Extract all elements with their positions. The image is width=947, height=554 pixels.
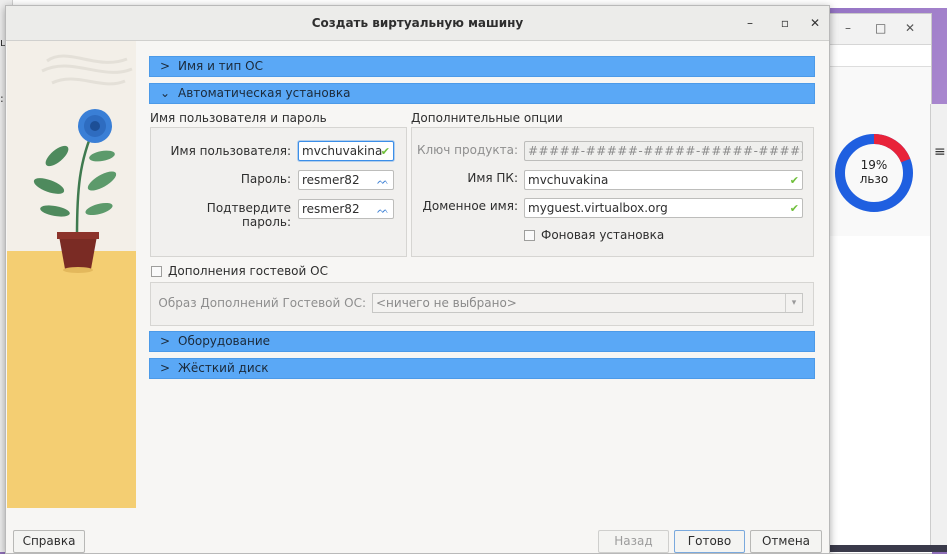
background-window-titlebar: – □ ✕	[827, 14, 931, 45]
guest-iso-label: Образ Дополнений Гостевой ОС:	[158, 296, 366, 310]
maximize-icon[interactable]: ▫	[776, 14, 794, 32]
product-key-label: Ключ продукта:	[416, 143, 518, 157]
guest-additions-label: Дополнения гостевой ОС	[168, 264, 328, 278]
show-password-icon[interactable]: ᨓ	[377, 173, 389, 189]
taskbar-fragment	[828, 545, 947, 552]
confirm-password-input[interactable]: resmer82 ᨓ	[298, 199, 394, 219]
cancel-button[interactable]: Отмена	[750, 530, 822, 553]
valid-check-icon: ✔	[789, 202, 799, 215]
chevron-right-icon: >	[160, 59, 171, 73]
guest-iso-select[interactable]: <ничего не выбрано> ▾	[372, 293, 803, 313]
domain-label: Доменное имя:	[422, 199, 519, 213]
valid-check-icon: ✔	[789, 174, 799, 187]
hostname-input[interactable]: mvchuvakina ✔	[524, 170, 803, 190]
background-install-label: Фоновая установка	[541, 228, 665, 242]
background-window-edge: ≡	[930, 104, 947, 552]
confirm-password-label: Подтвердите пароль:	[206, 201, 291, 229]
chevron-down-icon: ▾	[785, 294, 802, 312]
menu-icon[interactable]: ≡	[934, 144, 946, 160]
chevron-right-icon: >	[160, 361, 171, 375]
close-icon[interactable]: ✕	[905, 21, 915, 35]
show-password-icon[interactable]: ᨓ	[377, 202, 389, 218]
username-input[interactable]: mvchuvakina ✔	[298, 141, 394, 161]
background-window-lower	[827, 236, 932, 553]
background-install-checkbox[interactable]	[524, 230, 535, 241]
section-hardware[interactable]: > Оборудование	[149, 331, 815, 352]
chevron-down-icon: ⌄	[160, 86, 171, 100]
finish-button[interactable]: Готово	[674, 530, 745, 553]
help-button[interactable]: Справка	[13, 530, 85, 553]
plant-illustration	[7, 41, 136, 508]
password-label: Пароль:	[240, 172, 291, 186]
close-icon[interactable]: ✕	[806, 14, 824, 32]
options-group-title: Дополнительные опции	[411, 111, 563, 125]
section-hard-disk[interactable]: > Жёсткий диск	[149, 358, 815, 379]
password-input[interactable]: resmer82 ᨓ	[298, 170, 394, 190]
wizard-illustration	[7, 41, 136, 508]
dialog-titlebar: Создать виртуальную машину – ▫ ✕	[6, 6, 829, 41]
section-name-os[interactable]: > Имя и тип ОС	[149, 56, 815, 77]
domain-input[interactable]: myguest.virtualbox.org ✔	[524, 198, 803, 218]
valid-check-icon: ✔	[380, 145, 390, 158]
donut-label: 19% льзо	[859, 158, 889, 186]
background-window-right: – □ ✕ 19% льзо	[826, 13, 932, 554]
create-vm-dialog: Создать виртуальную машину – ▫ ✕ > Имя и…	[5, 5, 830, 554]
dialog-title: Создать виртуальную машину	[311, 16, 524, 30]
username-label: Имя пользователя:	[170, 144, 291, 158]
user-group-title: Имя пользователя и пароль	[150, 111, 327, 125]
chevron-right-icon: >	[160, 334, 171, 348]
minimize-icon[interactable]: –	[741, 14, 759, 32]
hostname-label: Имя ПК:	[467, 171, 518, 185]
back-button[interactable]: Назад	[598, 530, 669, 553]
minimize-icon[interactable]: –	[845, 21, 851, 35]
maximize-icon[interactable]: □	[875, 21, 886, 35]
guest-additions-checkbox[interactable]	[151, 266, 162, 277]
product-key-input[interactable]: #####-#####-#####-#####-#####	[524, 141, 803, 161]
section-unattended-install[interactable]: ⌄ Автоматическая установка	[149, 83, 815, 104]
